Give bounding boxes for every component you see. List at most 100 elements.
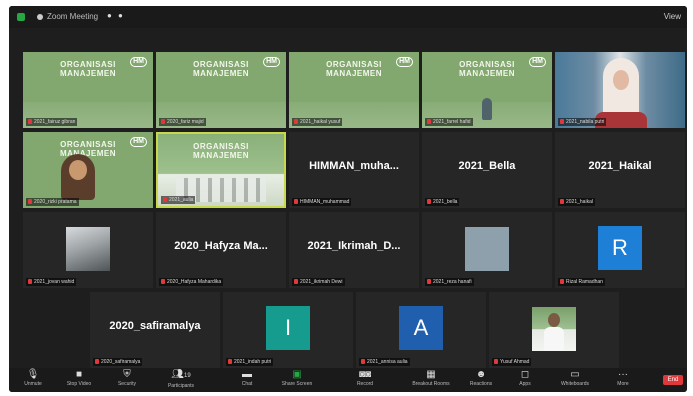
- more-button[interactable]: ··· More: [603, 368, 643, 392]
- share-screen-button[interactable]: ▣ Share Screen: [277, 368, 317, 392]
- participant-name: 2021_haikal: [558, 198, 595, 206]
- slide-logo-badge: HM: [529, 57, 546, 67]
- muted-mic-icon: [494, 359, 498, 364]
- participant-tile[interactable]: I 2021_indah putri: [223, 292, 353, 368]
- shared-slide: ORGANISASI MANAJEMEN HM: [23, 132, 153, 208]
- share-screen-icon: ▣: [292, 369, 302, 380]
- whiteboards-button[interactable]: ▭ Whiteboards: [555, 368, 595, 392]
- avatar: I: [266, 306, 310, 350]
- participant-display-name: 2021_Haikal: [588, 160, 652, 172]
- security-shield-icon[interactable]: [17, 13, 25, 21]
- muted-mic-icon: [163, 197, 167, 202]
- participant-name: 2020_Hafyza Mahardika: [159, 278, 224, 286]
- microphone-icon: 🎙︎: [26, 369, 40, 380]
- video-camera-icon: ■: [75, 369, 83, 380]
- whiteboard-icon: ▭: [570, 369, 580, 380]
- muted-mic-icon: [28, 119, 32, 124]
- muted-mic-icon: [294, 279, 298, 284]
- participants-button[interactable]: 👥︎19 Participants: [161, 368, 201, 392]
- shared-slide: ORGANISASI MANAJEMEN HM: [156, 52, 286, 128]
- participant-name: 2021_aulia: [161, 196, 196, 204]
- participant-tile[interactable]: R Rizal Ramadhan: [555, 212, 685, 288]
- participant-name: HIMMAN_muhammad: [292, 198, 352, 206]
- meeting-toolbar: 🎙︎ Unmute ■ Stop Video ⛨ Security 👥︎19 Parti…: [9, 368, 687, 392]
- participant-video-figure: [61, 154, 95, 200]
- participant-tile[interactable]: ORGANISASI MANAJEMEN HM 2021_haikal yusuf: [289, 52, 419, 128]
- participant-name: 2021_reza hanafi: [425, 278, 474, 286]
- muted-mic-icon: [294, 199, 298, 204]
- participant-name: 2020_safiramalya: [93, 358, 143, 366]
- view-button[interactable]: View: [664, 12, 681, 21]
- recording-dot-icon: [37, 14, 43, 20]
- muted-mic-icon: [560, 279, 564, 284]
- participant-tile[interactable]: 2020_safiramalya 2020_safiramalya: [90, 292, 220, 368]
- participant-name: 2021_farrel hafid: [425, 118, 473, 126]
- participant-name: 2021_bella: [425, 198, 460, 206]
- unmute-button[interactable]: 🎙︎ Unmute: [13, 368, 53, 392]
- participant-tile[interactable]: 2021_nabila putri: [555, 52, 685, 128]
- window-title: Zoom Meeting: [47, 12, 99, 21]
- participant-name: Rizal Ramadhan: [558, 278, 605, 286]
- participant-name: 2021_fairuz gibran: [26, 118, 78, 126]
- participant-display-name: 2021_Bella: [458, 160, 516, 172]
- chat-bubble-icon: ▬: [242, 369, 252, 380]
- more-dots-icon: ···: [618, 369, 628, 380]
- participant-count: 19: [184, 373, 191, 379]
- end-meeting-button[interactable]: End: [663, 375, 683, 385]
- participant-tile[interactable]: 2021_Bella 2021_bella: [422, 132, 552, 208]
- participant-name: Yusuf Ahmad: [492, 358, 532, 366]
- muted-mic-icon: [560, 199, 564, 204]
- participant-tile[interactable]: 2020_Hafyza Ma... 2020_Hafyza Mahardika: [156, 212, 286, 288]
- chat-button[interactable]: ▬ Chat: [227, 368, 267, 392]
- slide-logo-badge: HM: [130, 57, 147, 67]
- muted-mic-icon: [28, 279, 32, 284]
- muted-mic-icon: [560, 119, 564, 124]
- apps-icon: ◻: [520, 369, 530, 380]
- profile-photo: [532, 307, 576, 351]
- shield-icon: ⛨: [123, 369, 131, 380]
- participant-tile[interactable]: A 2021_annisa aulia: [356, 292, 486, 368]
- participant-name: 2021_haikal yusuf: [292, 118, 343, 126]
- participant-tile[interactable]: 2021_reza hanafi: [422, 212, 552, 288]
- breakout-rooms-button[interactable]: ▦ Breakout Rooms: [411, 368, 451, 392]
- participant-tile[interactable]: Yusuf Ahmad: [489, 292, 619, 368]
- participant-tile[interactable]: ORGANISASI MANAJEMEN HM 2021_farrel hafid: [422, 52, 552, 128]
- participant-tile[interactable]: HIMMAN_muha... HIMMAN_muhammad: [289, 132, 419, 208]
- muted-mic-icon: [161, 279, 165, 284]
- record-button[interactable]: ◙◙ Record: [345, 368, 385, 392]
- participant-tile[interactable]: ORGANISASI MANAJEMEN HM 2020_fariz majid: [156, 52, 286, 128]
- security-button[interactable]: ⛨ Security: [107, 368, 147, 392]
- avatar: R: [598, 226, 642, 270]
- participant-display-name: 2020_safiramalya: [109, 320, 201, 332]
- shared-slide: ORGANISASI MANAJEMEN HM: [289, 52, 419, 128]
- slide-heading: ORGANISASI MANAJEMEN: [192, 142, 250, 160]
- muted-mic-icon: [427, 279, 431, 284]
- muted-mic-icon: [95, 359, 99, 364]
- participant-name: 2021_nabila putri: [558, 118, 607, 126]
- muted-mic-icon: [427, 199, 431, 204]
- participant-tile[interactable]: 2021_Haikal 2021_haikal: [555, 132, 685, 208]
- participant-camera-video: [555, 52, 685, 128]
- participant-name: 2020_fariz majid: [159, 118, 206, 126]
- muted-mic-icon: [228, 359, 232, 364]
- participant-tile[interactable]: 2021_Ikrimah_D... 2021_ikrimah Dewi: [289, 212, 419, 288]
- title-bar: Zoom Meeting ● ● View: [9, 6, 687, 28]
- participant-display-name: 2021_Ikrimah_D...: [307, 240, 401, 252]
- window-controls[interactable]: ● ●: [107, 11, 125, 20]
- shared-slide: ORGANISASI MANAJEMEN HM: [23, 52, 153, 128]
- participant-tile[interactable]: ORGANISASI MANAJEMEN HM 2020_rizki pratam…: [23, 132, 153, 208]
- stop-video-button[interactable]: ■ Stop Video: [59, 368, 99, 392]
- participant-tile[interactable]: ORGANISASI MANAJEMEN HM 2021_fairuz gibra…: [23, 52, 153, 128]
- active-speaker-tile[interactable]: ORGANISASI MANAJEMEN 2021_aulia: [156, 132, 286, 208]
- breakout-rooms-icon: ▦: [426, 369, 436, 380]
- profile-photo: [66, 227, 110, 271]
- reactions-button[interactable]: ☻ Reactions: [461, 368, 501, 392]
- apps-button[interactable]: ◻ Apps: [505, 368, 545, 392]
- avatar: A: [399, 306, 443, 350]
- participant-tile[interactable]: 2021_jovan wahid: [23, 212, 153, 288]
- slide-logo-badge: HM: [130, 137, 147, 147]
- participants-icon: 👥︎19: [171, 369, 191, 380]
- smiley-icon: ☻: [475, 369, 487, 380]
- record-icon: ◙◙: [358, 369, 372, 380]
- participant-name: 2020_rizki pratama: [26, 198, 79, 206]
